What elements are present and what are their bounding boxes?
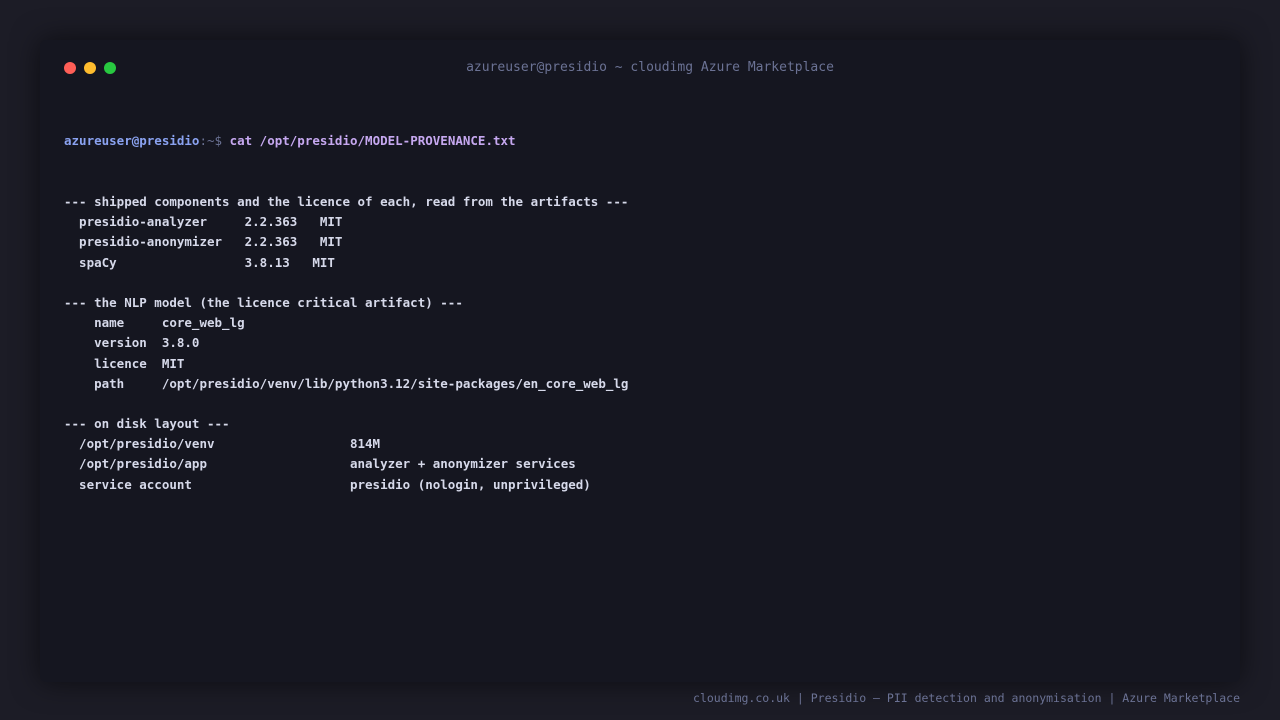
prompt-user: azureuser@presidio <box>64 133 200 149</box>
output-line: /opt/presidio/venv 814M <box>64 436 381 452</box>
output-line: licence MIT <box>64 355 185 371</box>
prompt-separator: :~$ <box>199 133 230 149</box>
prompt-line: azureuser@presidio:~$ cat /opt/presidio/… <box>64 131 1216 151</box>
command-output: --- shipped components and the licence o… <box>64 192 1216 495</box>
output-line: presidio-anonymizer 2.2.363 MIT <box>64 234 343 250</box>
output-line: --- the NLP model (the licence critical … <box>64 294 463 310</box>
output-line: /opt/presidio/app analyzer + anonymizer … <box>64 456 576 472</box>
window-titlebar[interactable]: azureuser@presidio ~ cloudimg Azure Mark… <box>40 40 1240 96</box>
output-line: --- on disk layout --- <box>64 416 230 432</box>
output-line: --- shipped components and the licence o… <box>64 194 629 209</box>
output-line: path /opt/presidio/venv/lib/python3.12/s… <box>64 375 629 391</box>
terminal-output[interactable]: azureuser@presidio:~$ cat /opt/presidio/… <box>64 91 1216 662</box>
output-line: service account presidio (nologin, unpri… <box>64 476 591 492</box>
footer-caption: cloudimg.co.uk | Presidio — PII detectio… <box>693 691 1240 705</box>
output-line: presidio-analyzer 2.2.363 MIT <box>64 214 343 230</box>
output-line: name core_web_lg <box>64 315 245 331</box>
window-title: azureuser@presidio ~ cloudimg Azure Mark… <box>466 60 834 75</box>
output-line: spaCy 3.8.13 MIT <box>64 254 335 270</box>
command-text: cat /opt/presidio/MODEL-PROVENANCE.txt <box>229 133 516 149</box>
terminal-window: azureuser@presidio ~ cloudimg Azure Mark… <box>40 40 1240 682</box>
output-line: version 3.8.0 <box>64 335 200 351</box>
